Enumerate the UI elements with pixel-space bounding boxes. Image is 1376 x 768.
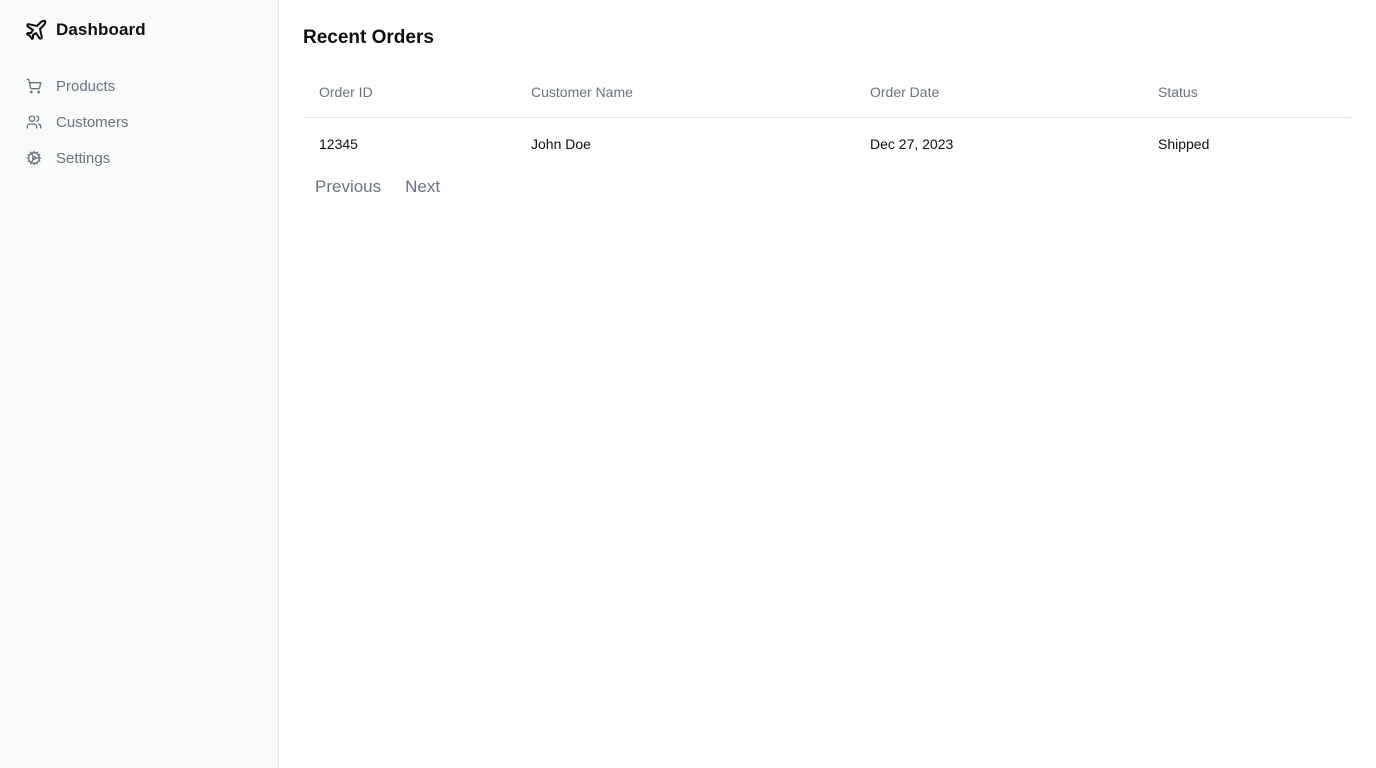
sidebar-nav: Products Customers Settings — [0, 68, 278, 176]
users-icon — [26, 114, 42, 130]
next-page-button[interactable]: Next — [405, 177, 440, 197]
plane-icon — [24, 18, 48, 42]
sidebar-item-customers[interactable]: Customers — [16, 104, 256, 140]
cell-status: Shipped — [1158, 136, 1210, 152]
table-row[interactable]: 12345 John Doe Dec 27, 2023 Shipped — [303, 118, 1351, 171]
page-title: Recent Orders — [303, 27, 434, 48]
cart-icon — [26, 78, 42, 94]
column-header-customer-name: Customer Name — [515, 67, 854, 118]
column-header-order-id: Order ID — [303, 67, 515, 118]
cell-order-date: Dec 27, 2023 — [870, 136, 954, 152]
sidebar-item-settings[interactable]: Settings — [16, 140, 256, 176]
sidebar-item-products[interactable]: Products — [16, 68, 256, 104]
gear-icon — [26, 150, 42, 166]
app-root: Dashboard Products Customers Settings Re… — [0, 0, 1376, 768]
cell-order-id: 12345 — [319, 136, 358, 152]
orders-table: Order ID Customer Name Order Date Status… — [303, 67, 1351, 170]
cell-customer-name: John Doe — [531, 136, 591, 152]
brand-link[interactable]: Dashboard — [0, 0, 278, 60]
sidebar-item-label: Products — [56, 77, 116, 95]
sidebar-item-label: Customers — [56, 113, 129, 131]
brand-title: Dashboard — [56, 20, 146, 39]
main-content: Recent Orders Order ID Customer Name Ord… — [279, 0, 1376, 768]
sidebar-item-label: Settings — [56, 149, 111, 167]
sidebar: Dashboard Products Customers Settings — [0, 0, 279, 768]
column-header-order-date: Order Date — [854, 67, 1142, 118]
previous-page-button[interactable]: Previous — [315, 177, 381, 197]
column-header-status: Status — [1142, 67, 1351, 118]
table-header-row: Order ID Customer Name Order Date Status — [303, 67, 1351, 118]
pagination: Previous Next — [303, 177, 1352, 197]
